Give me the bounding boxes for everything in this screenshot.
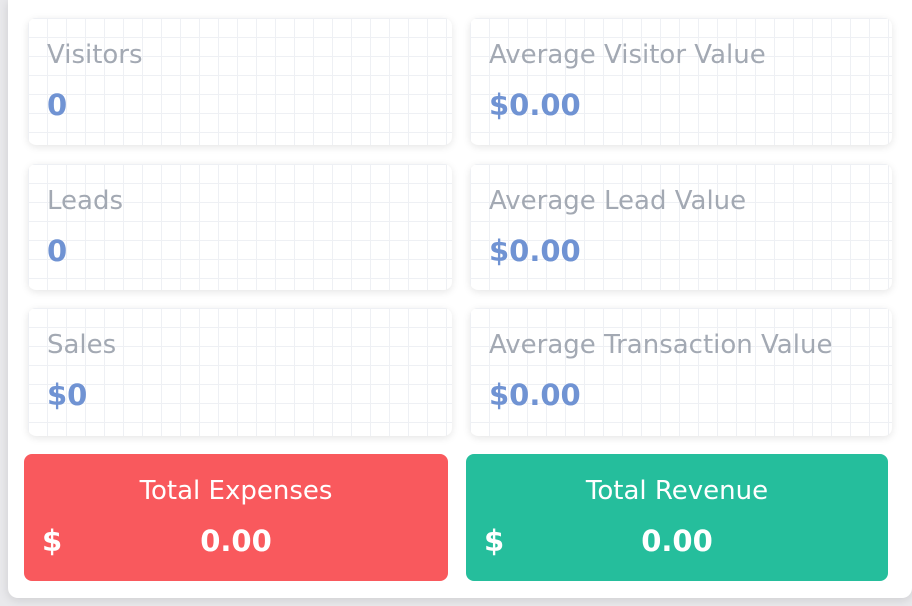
total-revenue-label: Total Revenue: [585, 476, 769, 506]
avg-lead-value-label: Average Lead Value: [489, 186, 747, 216]
sales-value: $0: [47, 378, 88, 412]
leads-card: Leads 0: [28, 164, 452, 290]
total-expenses-value: 0.00: [200, 524, 272, 558]
visitors-label: Visitors: [47, 40, 143, 70]
avg-lead-value-value: $0.00: [489, 234, 581, 268]
avg-visitor-value-label: Average Visitor Value: [489, 40, 766, 70]
total-revenue-card: Total Revenue $ 0.00: [466, 454, 888, 581]
avg-transaction-value-value: $0.00: [489, 378, 581, 412]
avg-transaction-value-label: Average Transaction Value: [489, 330, 833, 360]
avg-lead-value-card: Average Lead Value $0.00: [470, 164, 892, 290]
avg-visitor-value-value: $0.00: [489, 88, 581, 122]
sales-card: Sales $0: [28, 308, 452, 436]
total-expenses-card: Total Expenses $ 0.00: [24, 454, 448, 581]
visitors-value: 0: [47, 88, 68, 122]
total-expenses-label: Total Expenses: [139, 476, 333, 506]
avg-transaction-value-card: Average Transaction Value $0.00: [470, 308, 892, 436]
total-revenue-value: 0.00: [641, 524, 713, 558]
leads-value: 0: [47, 234, 68, 268]
sales-label: Sales: [47, 330, 117, 360]
leads-label: Leads: [47, 186, 124, 216]
visitors-card: Visitors 0: [28, 18, 452, 145]
avg-visitor-value-card: Average Visitor Value $0.00: [470, 18, 892, 145]
